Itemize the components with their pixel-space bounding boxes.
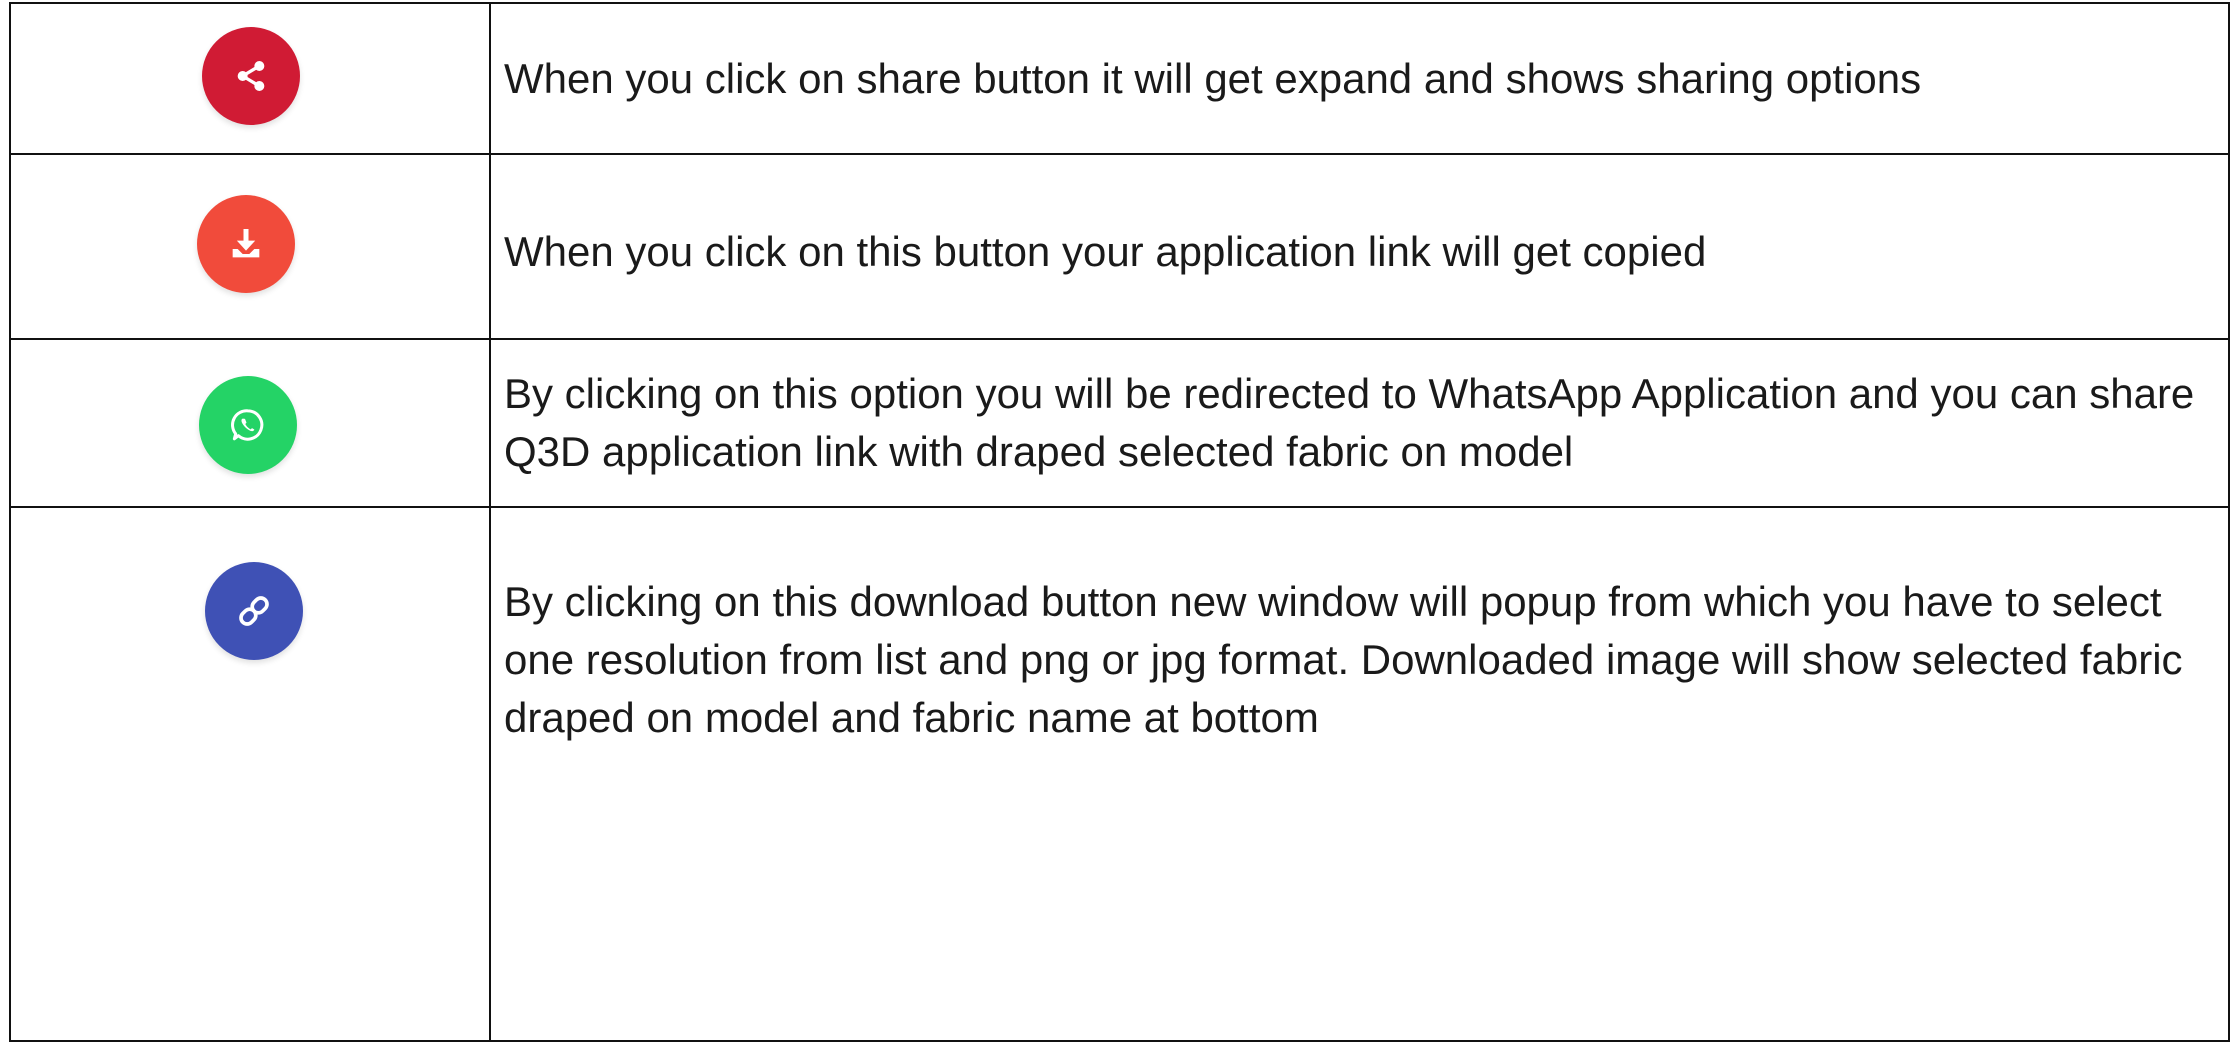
table-row: By clicking on this option you will be r… [9, 338, 2230, 508]
icon-cell [9, 153, 491, 340]
whatsapp-icon [231, 409, 264, 441]
share-icon [237, 61, 265, 91]
table-row: When you click on this button your appli… [9, 153, 2230, 340]
copy-link-button[interactable] [205, 562, 303, 660]
download-button[interactable] [197, 195, 295, 293]
whatsapp-button[interactable] [199, 376, 297, 474]
download-icon [232, 229, 260, 258]
description-cell: By clicking on this download button new … [489, 506, 2230, 1042]
icon-cell [9, 2, 491, 155]
icon-cell [9, 338, 491, 508]
share-button[interactable] [202, 27, 300, 125]
description-cell: When you click on this button your appli… [489, 153, 2230, 340]
table-row: By clicking on this download button new … [9, 506, 2230, 1042]
icon-cell [9, 506, 491, 1042]
description-cell: By clicking on this option you will be r… [489, 338, 2230, 508]
link-icon [239, 596, 269, 626]
description-cell: When you click on share button it will g… [489, 2, 2230, 155]
feature-table: When you click on share button it will g… [9, 2, 2230, 1042]
table-row: When you click on share button it will g… [9, 2, 2230, 155]
